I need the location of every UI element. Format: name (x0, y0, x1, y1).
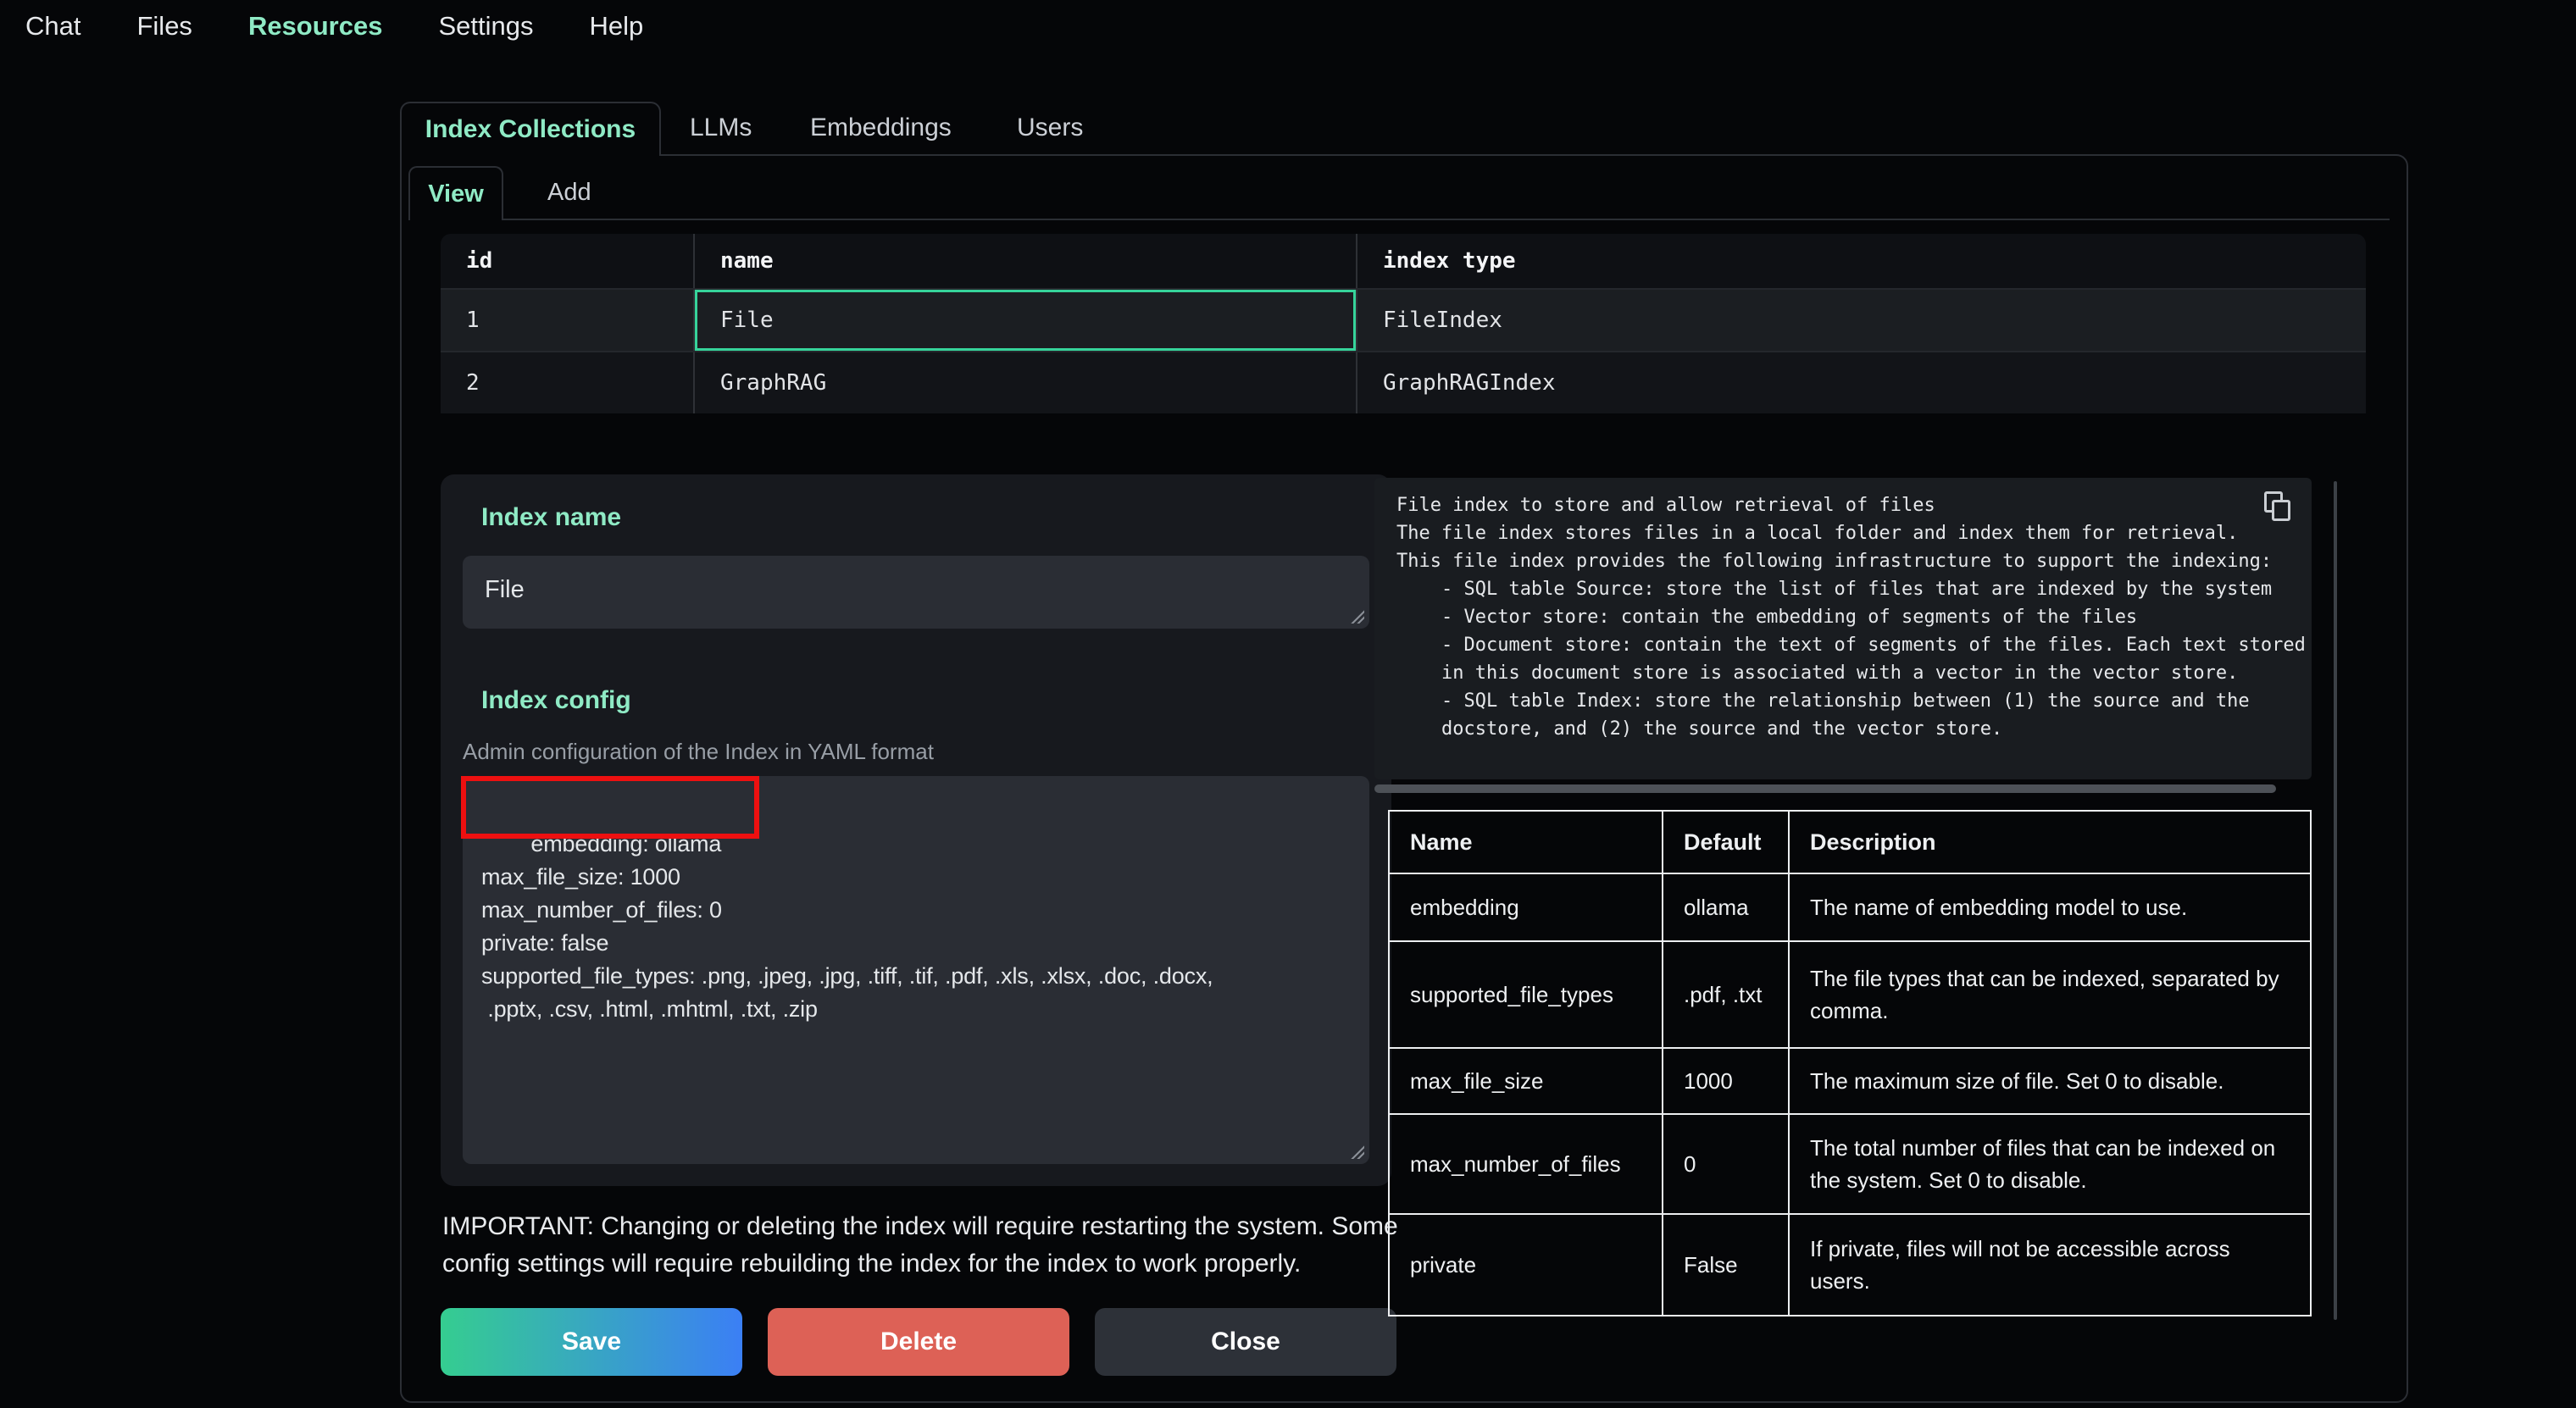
column-header-id: id (441, 234, 693, 288)
app-root: Chat Files Resources Settings Help Index… (0, 0, 2576, 1408)
spec-name: private (1389, 1214, 1663, 1316)
description-line: This file index provides the following i… (1396, 547, 2312, 575)
spec-default: .pdf, .txt (1663, 941, 1789, 1048)
spec-description: If private, files will not be accessible… (1789, 1214, 2311, 1316)
column-header-name: name (693, 234, 1356, 288)
description-line: - SQL table Index: store the relationshi… (1396, 687, 2312, 715)
column-header-index-type: index type (1356, 234, 2366, 288)
resize-handle-icon[interactable] (1349, 1144, 1364, 1159)
cell-index-type[interactable]: FileIndex (1356, 290, 2366, 351)
index-edit-form: Index name File Index config Admin confi… (441, 474, 1391, 1186)
close-button[interactable]: Close (1095, 1308, 1396, 1376)
index-name-label: Index name (481, 503, 621, 532)
description-line: The file index stores files in a local f… (1396, 519, 2312, 547)
index-name-input[interactable]: File (463, 556, 1369, 629)
tab-users[interactable]: Users (1017, 102, 1083, 154)
collections-table: id name index type 1 File FileIndex 2 Gr… (441, 234, 2366, 413)
cell-name[interactable]: GraphRAG (693, 352, 1356, 413)
spec-name: max_number_of_files (1389, 1114, 1663, 1214)
spec-description: The file types that can be indexed, sepa… (1789, 941, 2311, 1048)
subtab-add[interactable]: Add (517, 166, 622, 219)
tab-llms[interactable]: LLMs (690, 102, 752, 154)
spec-description: The maximum size of file. Set 0 to disab… (1789, 1048, 2311, 1114)
index-config-help-text: Admin configuration of the Index in YAML… (463, 739, 934, 765)
horizontal-scrollbar[interactable] (1374, 784, 2276, 793)
collections-table-header: id name index type (441, 234, 2366, 288)
description-title: File index to store and allow retrieval … (1396, 491, 2312, 519)
cell-id[interactable]: 1 (441, 290, 693, 351)
description-line: in this document store is associated wit… (1396, 659, 2312, 687)
table-row[interactable]: 1 File FileIndex (441, 288, 2366, 351)
nav-item-help[interactable]: Help (589, 11, 643, 42)
spec-name: max_file_size (1389, 1048, 1663, 1114)
nav-item-settings[interactable]: Settings (438, 11, 533, 42)
spec-row: supported_file_types .pdf, .txt The file… (1389, 941, 2311, 1048)
spec-header-description: Description (1789, 811, 2311, 873)
delete-button[interactable]: Delete (768, 1308, 1069, 1376)
spec-default: ollama (1663, 873, 1789, 941)
subtab-view[interactable]: View (408, 166, 503, 220)
important-warning-text: IMPORTANT: Changing or deleting the inde… (442, 1208, 1425, 1283)
spec-row: max_file_size 1000 The maximum size of f… (1389, 1048, 2311, 1114)
top-nav: Chat Files Resources Settings Help (0, 0, 2576, 53)
spec-default: 1000 (1663, 1048, 1789, 1114)
cell-id[interactable]: 2 (441, 352, 693, 413)
table-row[interactable]: 2 GraphRAG GraphRAGIndex (441, 351, 2366, 413)
nav-item-resources[interactable]: Resources (248, 11, 383, 42)
spec-header-row: Name Default Description (1389, 811, 2311, 873)
spec-row: embedding ollama The name of embedding m… (1389, 873, 2311, 941)
config-spec-table: Name Default Description embedding ollam… (1388, 810, 2312, 1317)
description-line: - Vector store: contain the embedding of… (1396, 603, 2312, 631)
index-config-value: embedding: ollama max_file_size: 1000 ma… (481, 831, 1213, 1022)
index-description-panel: File index to store and allow retrieval … (1374, 478, 2312, 779)
spec-name: embedding (1389, 873, 1663, 941)
spec-header-name: Name (1389, 811, 1663, 873)
spec-header-default: Default (1663, 811, 1789, 873)
vertical-scrollbar[interactable] (2334, 481, 2337, 1320)
index-config-textarea[interactable]: embedding: ollama max_file_size: 1000 ma… (463, 776, 1369, 1164)
save-button[interactable]: Save (441, 1308, 742, 1376)
spec-row: private False If private, files will not… (1389, 1214, 2311, 1316)
tab-embeddings[interactable]: Embeddings (810, 102, 952, 154)
description-line: - Document store: contain the text of se… (1396, 631, 2312, 659)
index-config-label: Index config (481, 686, 631, 715)
spec-description: The total number of files that can be in… (1789, 1114, 2311, 1214)
index-name-value: File (485, 576, 525, 603)
nav-item-chat[interactable]: Chat (25, 11, 80, 42)
resize-handle-icon[interactable] (1349, 608, 1364, 624)
spec-name: supported_file_types (1389, 941, 1663, 1048)
copy-icon (2272, 500, 2290, 521)
subtab-underline (408, 219, 2390, 220)
spec-row: max_number_of_files 0 The total number o… (1389, 1114, 2311, 1214)
description-line: - SQL table Source: store the list of fi… (1396, 575, 2312, 603)
cell-index-type[interactable]: GraphRAGIndex (1356, 352, 2366, 413)
description-line: docstore, and (2) the source and the vec… (1396, 715, 2312, 743)
copy-button[interactable] (2264, 491, 2293, 524)
spec-description: The name of embedding model to use. (1789, 873, 2311, 941)
spec-default: 0 (1663, 1114, 1789, 1214)
spec-default: False (1663, 1214, 1789, 1316)
index-collections-panel: View Add id name index type 1 File FileI… (400, 154, 2408, 1403)
tab-index-collections[interactable]: Index Collections (400, 102, 661, 156)
nav-item-files[interactable]: Files (136, 11, 192, 42)
cell-name-selected[interactable]: File (693, 290, 1356, 351)
